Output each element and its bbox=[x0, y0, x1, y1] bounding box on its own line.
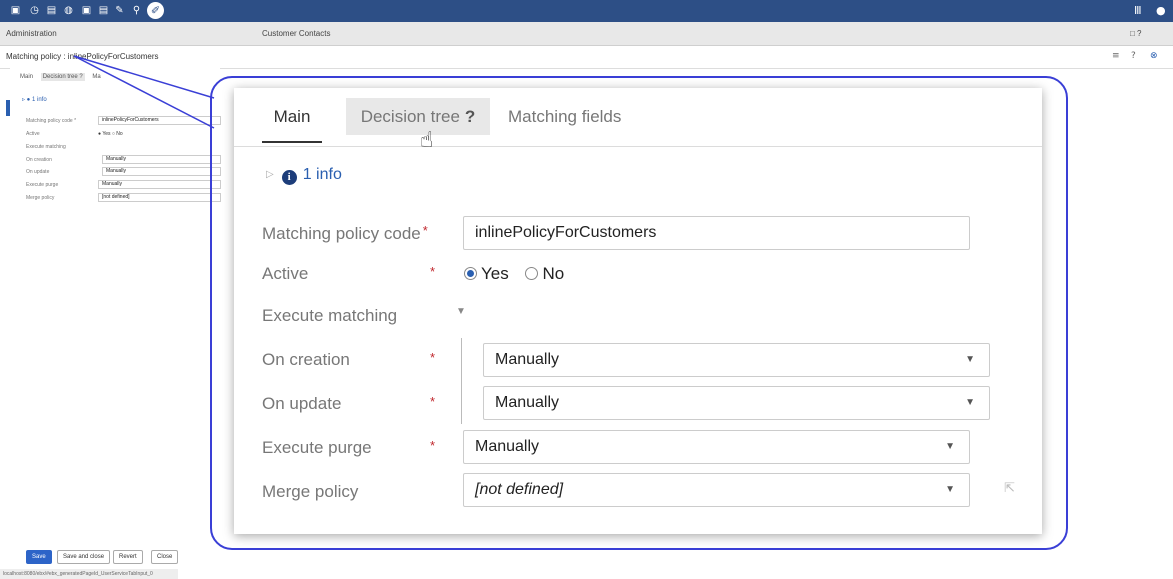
form-tabs: Main Decision tree? Matching fields bbox=[234, 88, 1042, 147]
tab-matching-fields[interactable]: Matching fields bbox=[508, 98, 648, 135]
matching-policy-code-input[interactable]: inlinePolicyForCustomers bbox=[463, 216, 970, 250]
info-icon: i bbox=[281, 170, 297, 185]
info-count: 1 info bbox=[302, 166, 342, 183]
info-toggle[interactable]: ▷ i 1 info bbox=[266, 166, 342, 185]
matching-policy-code-label: Matching policy code * bbox=[262, 223, 428, 243]
radio-yes[interactable] bbox=[464, 267, 477, 280]
required-marker: * bbox=[430, 264, 436, 279]
active-tab-underline bbox=[262, 141, 322, 143]
external-link-icon[interactable]: ⇱ bbox=[1004, 481, 1015, 496]
group-divider bbox=[461, 338, 462, 424]
on-update-select[interactable]: Manually ▼ bbox=[483, 386, 990, 420]
hand-cursor-icon: ☝ bbox=[420, 128, 434, 153]
required-marker: * bbox=[430, 438, 436, 453]
merge-policy-label: Merge policy bbox=[262, 482, 359, 501]
radio-no[interactable] bbox=[525, 267, 539, 280]
chevron-down-icon[interactable]: ▼ bbox=[965, 344, 975, 376]
merge-policy-select[interactable]: [not defined] ▼ bbox=[463, 473, 970, 507]
chevron-down-icon[interactable]: ▼ bbox=[945, 474, 955, 506]
radio-yes-label[interactable]: Yes bbox=[481, 264, 509, 283]
on-update-label: On update bbox=[262, 394, 342, 413]
required-marker: * bbox=[430, 394, 436, 409]
tab-decision-tree[interactable]: Decision tree? bbox=[346, 98, 490, 135]
radio-no-label[interactable]: No bbox=[542, 264, 564, 283]
active-radio-group: Yes No bbox=[464, 264, 564, 284]
collapse-caret-icon[interactable]: ▼ bbox=[456, 306, 466, 317]
execute-purge-select[interactable]: Manually ▼ bbox=[463, 430, 970, 464]
on-creation-label: On creation bbox=[262, 350, 350, 369]
active-label: Active bbox=[262, 264, 309, 283]
expand-icon[interactable]: ▷ bbox=[266, 169, 274, 180]
required-marker: * bbox=[430, 350, 436, 365]
zoomed-form-card: Main Decision tree? Matching fields ☝ ▷ i… bbox=[234, 88, 1042, 534]
help-icon[interactable]: ? bbox=[465, 107, 475, 126]
chevron-down-icon[interactable]: ▼ bbox=[965, 387, 975, 419]
on-creation-select[interactable]: Manually ▼ bbox=[483, 343, 990, 377]
execute-purge-label: Execute purge bbox=[262, 438, 372, 457]
tab-main[interactable]: Main bbox=[252, 98, 332, 143]
chevron-down-icon[interactable]: ▼ bbox=[945, 431, 955, 463]
execute-matching-label: Execute matching bbox=[262, 306, 398, 325]
